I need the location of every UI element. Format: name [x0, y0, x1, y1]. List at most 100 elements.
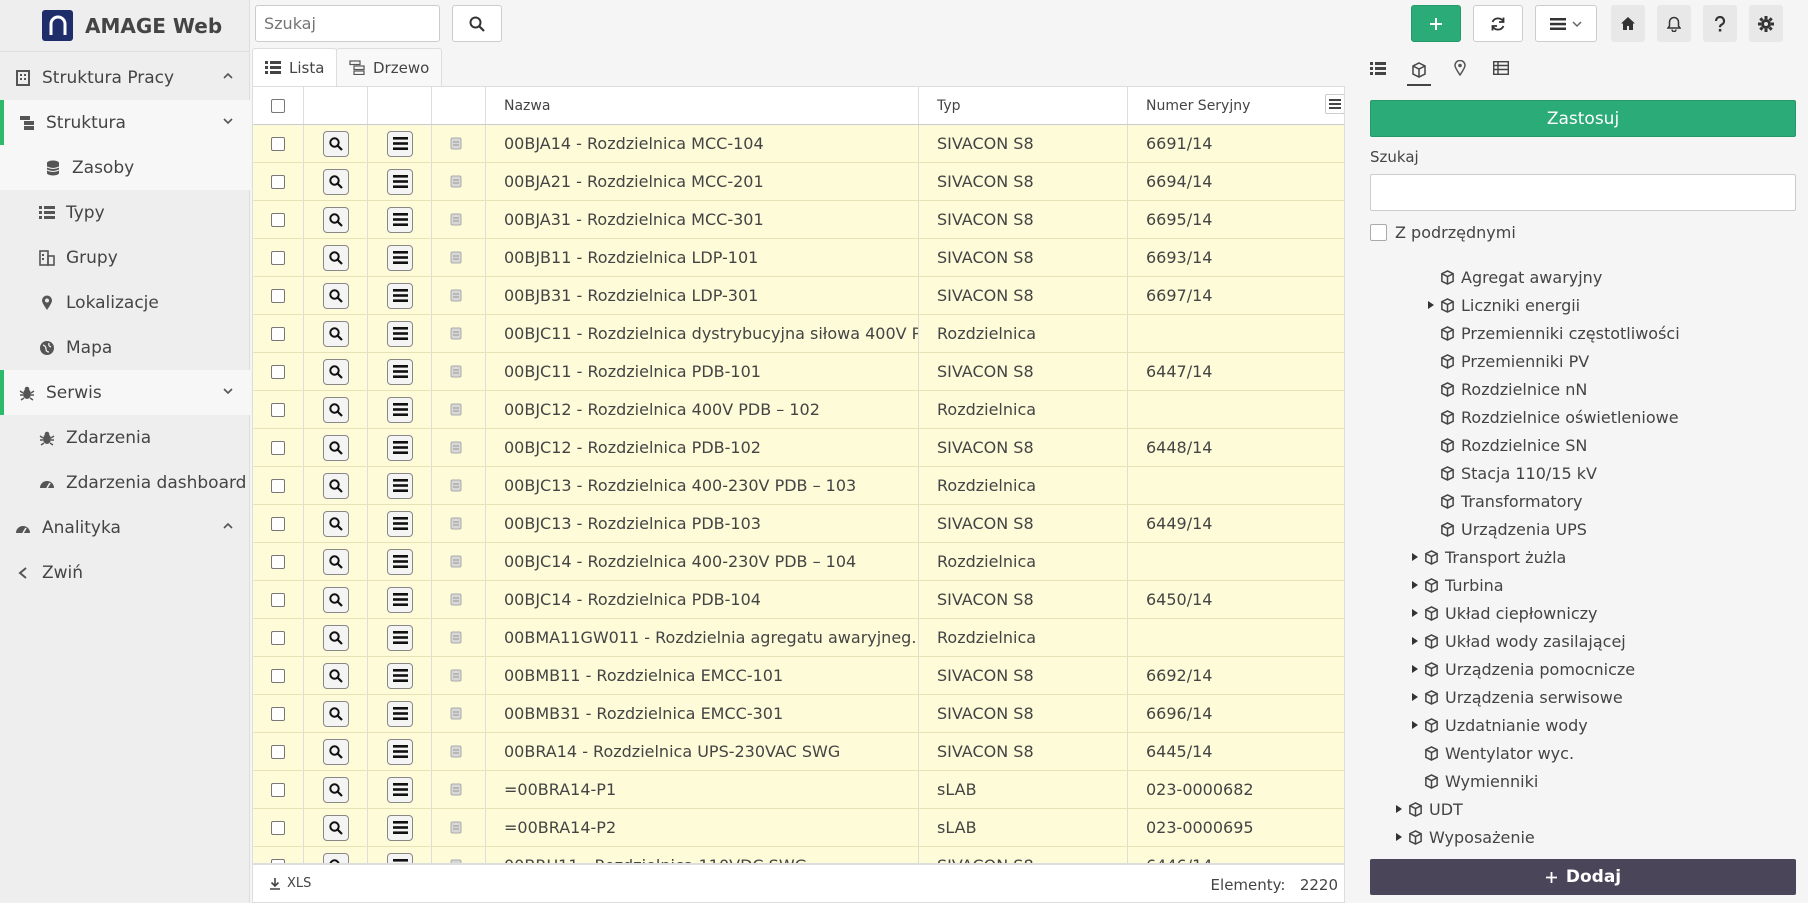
caret-right-icon[interactable] [1424, 300, 1438, 310]
row-checkbox[interactable] [271, 250, 285, 265]
row-checkbox[interactable] [271, 782, 285, 797]
tree-node[interactable]: Urządzenia serwisowe [1408, 684, 1623, 710]
row-details-button[interactable] [323, 852, 349, 863]
tree-node[interactable]: Transport żużla [1408, 544, 1566, 570]
table-row[interactable]: 00BMB31 - Rozdzielnica EMCC-301 SIVACON S… [253, 695, 1344, 733]
table-row[interactable]: 00BJC14 - Rozdzielnica 400-230V PDB – 10… [253, 543, 1344, 581]
nav-zwin[interactable]: Zwiń [0, 550, 250, 595]
row-details-button[interactable] [323, 396, 349, 423]
row-details-button[interactable] [323, 814, 349, 841]
row-checkbox[interactable] [271, 136, 285, 151]
tree-node[interactable]: Układ ciepłowniczy [1408, 600, 1597, 626]
subordinate-checkbox[interactable] [1370, 224, 1387, 241]
caret-right-icon[interactable] [1392, 804, 1406, 814]
caret-right-icon[interactable] [1408, 692, 1422, 702]
tree-node[interactable]: Agregat awaryjny [1424, 264, 1602, 290]
home-button[interactable] [1611, 5, 1645, 42]
search-button[interactable] [452, 5, 502, 42]
view-menu-button[interactable] [1535, 5, 1597, 42]
row-menu-button[interactable] [387, 510, 413, 537]
nav-zasoby[interactable]: Zasoby [0, 145, 250, 190]
row-details-button[interactable] [323, 130, 349, 157]
table-row[interactable]: 00BJC12 - Rozdzielnica 400V PDB – 102 Roz… [253, 391, 1344, 429]
row-menu-button[interactable] [387, 852, 413, 863]
row-checkbox[interactable] [271, 288, 285, 303]
row-details-button[interactable] [323, 510, 349, 537]
table-row[interactable]: 00BJC11 - Rozdzielnica PDB-101 SIVACON S8… [253, 353, 1344, 391]
export-xls-button[interactable]: XLS [269, 876, 311, 891]
row-menu-button[interactable] [387, 814, 413, 841]
row-checkbox[interactable] [271, 440, 285, 455]
table-row[interactable]: 00BRA14 - Rozdzielnica UPS-230VAC SWG SIV… [253, 733, 1344, 771]
nav-typy[interactable]: Typy [0, 190, 250, 235]
row-checkbox[interactable] [271, 706, 285, 721]
tree-node[interactable]: Stacja 110/15 kV [1424, 460, 1597, 486]
tree-node[interactable]: Transformatory [1424, 488, 1583, 514]
caret-right-icon[interactable] [1408, 608, 1422, 618]
row-menu-button[interactable] [387, 624, 413, 651]
table-row[interactable]: 00BMA11GW011 - Rozdzielnia agregatu awar… [253, 619, 1344, 657]
tab-drzewo[interactable]: Drzewo [336, 48, 443, 86]
tree-node[interactable]: Wentylator wyc. [1408, 740, 1574, 766]
row-checkbox[interactable] [271, 478, 285, 493]
nav-serwis[interactable]: Serwis [0, 370, 250, 415]
row-menu-button[interactable] [387, 586, 413, 613]
tree-node[interactable]: Urządzenia UPS [1424, 516, 1587, 542]
table-row[interactable]: 00BJC13 - Rozdzielnica PDB-103 SIVACON S8… [253, 505, 1344, 543]
settings-button[interactable] [1749, 5, 1783, 42]
nav-struktura[interactable]: Struktura [0, 100, 250, 145]
help-button[interactable] [1703, 5, 1737, 42]
row-menu-button[interactable] [387, 738, 413, 765]
table-row[interactable]: 00BMB11 - Rozdzielnica EMCC-101 SIVACON S… [253, 657, 1344, 695]
row-details-button[interactable] [323, 624, 349, 651]
tree-node[interactable]: Przemienniki częstotliwości [1424, 320, 1680, 346]
table-row[interactable]: =00BRA14-P2 sLAB 023-0000695 [253, 809, 1344, 847]
table-row[interactable]: 00BJB31 - Rozdzielnica LDP-301 SIVACON S8… [253, 277, 1344, 315]
row-details-button[interactable] [323, 738, 349, 765]
table-row[interactable]: 00BJA31 - Rozdzielnica MCC-301 SIVACON S8… [253, 201, 1344, 239]
nav-analityka[interactable]: Analityka [0, 505, 250, 550]
row-checkbox[interactable] [271, 174, 285, 189]
tree-node[interactable]: Rozdzielnice nN [1424, 376, 1587, 402]
nav-zdarzenia[interactable]: Zdarzenia [0, 415, 250, 460]
tree-node[interactable]: Przemienniki PV [1424, 348, 1589, 374]
row-details-button[interactable] [323, 206, 349, 233]
row-checkbox[interactable] [271, 668, 285, 683]
row-menu-button[interactable] [387, 548, 413, 575]
row-menu-button[interactable] [387, 358, 413, 385]
nav-lokalizacje[interactable]: Lokalizacje [0, 280, 250, 325]
nav-struktura-pracy[interactable]: Struktura Pracy [0, 55, 250, 100]
select-all-checkbox[interactable] [271, 98, 285, 113]
column-header-serial[interactable]: Numer Seryjny [1128, 87, 1344, 124]
row-menu-button[interactable] [387, 282, 413, 309]
subordinate-toggle[interactable]: Z podrzędnymi [1370, 223, 1516, 242]
dodaj-button[interactable]: Dodaj [1370, 859, 1796, 895]
column-menu-button[interactable] [1325, 94, 1344, 114]
row-details-button[interactable] [323, 244, 349, 271]
row-menu-button[interactable] [387, 396, 413, 423]
row-details-button[interactable] [323, 320, 349, 347]
row-details-button[interactable] [323, 586, 349, 613]
caret-right-icon[interactable] [1408, 580, 1422, 590]
row-details-button[interactable] [323, 168, 349, 195]
tree-node[interactable]: Liczniki energii [1424, 292, 1580, 318]
row-checkbox[interactable] [271, 212, 285, 227]
tree-node[interactable]: Wymienniki [1408, 768, 1538, 794]
caret-right-icon[interactable] [1392, 832, 1406, 842]
nav-grupy[interactable]: Grupy [0, 235, 250, 280]
row-menu-button[interactable] [387, 700, 413, 727]
panel-tab-types[interactable] [1407, 56, 1431, 86]
row-menu-button[interactable] [387, 776, 413, 803]
row-checkbox[interactable] [271, 402, 285, 417]
refresh-button[interactable] [1473, 5, 1523, 42]
row-details-button[interactable] [323, 282, 349, 309]
row-menu-button[interactable] [387, 206, 413, 233]
row-details-button[interactable] [323, 358, 349, 385]
tree-node[interactable]: UDT [1392, 796, 1463, 822]
caret-right-icon[interactable] [1408, 636, 1422, 646]
tree-node[interactable]: Rozdzielnice oświetleniowe [1424, 404, 1679, 430]
table-row[interactable]: 00BRU11 - Rozdzielnica 110VDC SWG SIVACON… [253, 847, 1344, 863]
table-row[interactable]: 00BJC13 - Rozdzielnica 400-230V PDB – 10… [253, 467, 1344, 505]
apply-button[interactable]: Zastosuj [1370, 100, 1796, 137]
row-menu-button[interactable] [387, 472, 413, 499]
